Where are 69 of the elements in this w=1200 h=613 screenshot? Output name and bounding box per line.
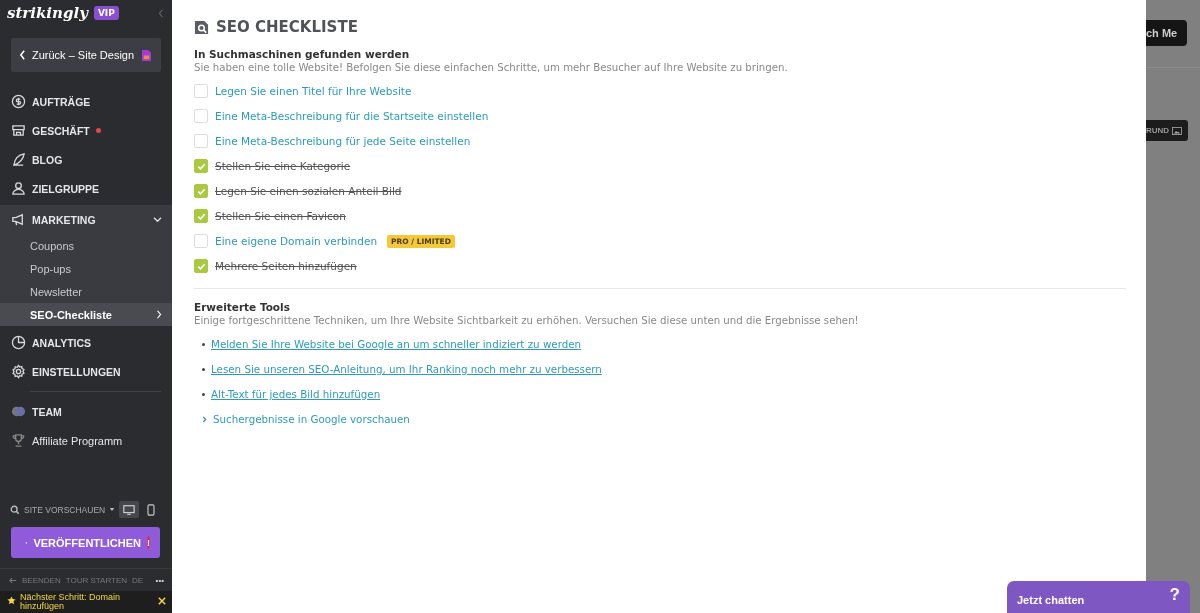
search-icon <box>10 504 20 515</box>
completed-task: Stellen Sie eine Kategorie <box>215 160 351 172</box>
back-button[interactable]: Zurück – Site Design <box>11 38 161 72</box>
nav-item[interactable]: TEAM <box>0 397 172 426</box>
caret-down-icon <box>109 507 116 512</box>
publish-button[interactable]: VERÖFFENTLICHEN ! <box>11 527 160 558</box>
bullet-icon <box>202 367 205 371</box>
page-button[interactable]: ch Me <box>1146 20 1188 46</box>
dollar-icon <box>11 94 26 109</box>
checkbox[interactable] <box>194 134 208 148</box>
collapse-icon[interactable] <box>158 7 164 19</box>
people-icon <box>11 181 26 196</box>
pie-chart-icon <box>11 335 26 350</box>
close-icon[interactable] <box>158 597 166 605</box>
bullet-icon <box>202 342 205 346</box>
next-step-text: Nächster Schritt: Domain hinzufügen <box>20 593 122 611</box>
panel-title: SEO CHECKLISTE <box>216 18 358 36</box>
completed-task: Legen Sie einen sozialen Anteil Bild <box>215 185 402 197</box>
team-icon <box>11 404 26 419</box>
checkbox[interactable] <box>194 259 208 273</box>
image-icon <box>1172 126 1183 135</box>
chevron-down-icon <box>153 216 162 223</box>
section-heading: In Suchmaschinen gefunden werden <box>194 48 411 60</box>
nav-item[interactable]: EINSTELLUNGEN <box>0 357 172 386</box>
section-heading: Erweiterte Tools <box>194 301 291 313</box>
settings-icon <box>11 364 26 379</box>
submenu-item[interactable]: Newsletter <box>0 280 172 303</box>
section-description: Sie haben eine tolle Website! Befolgen Sie diese einfachen Schritte, um mehr Besucher auf Ihre Website zu bringen. <box>194 62 789 73</box>
document-icon <box>142 49 152 61</box>
help-button[interactable]: ? <box>1169 585 1180 605</box>
submenu-item[interactable]: Pop-ups <box>0 257 172 280</box>
arrow-left-icon <box>9 576 17 584</box>
checkbox[interactable] <box>194 234 208 248</box>
nav-item[interactable]: ANALYTICS <box>0 328 172 357</box>
chat-label: Jetzt chatten <box>1017 594 1085 606</box>
nav-item[interactable]: BLOG <box>0 145 172 174</box>
alert-badge: ! <box>147 536 150 549</box>
store-icon <box>11 123 26 138</box>
feather-icon <box>11 152 26 167</box>
bullet-icon <box>202 392 205 396</box>
star-icon <box>7 596 16 605</box>
nav-item[interactable]: ZIELGRUPPE <box>0 174 172 203</box>
completed-task: Stellen Sie einen Favicon <box>215 210 346 222</box>
checkbox[interactable] <box>194 159 208 173</box>
logo[interactable]: strikingly <box>7 4 88 22</box>
background-button[interactable]: RUND <box>1146 120 1189 141</box>
checkbox[interactable] <box>194 184 208 198</box>
submenu-item[interactable]: Coupons <box>0 234 172 257</box>
chevron-right-icon <box>202 415 207 423</box>
chevron-left-icon <box>19 50 26 60</box>
nav-item[interactable]: AUFTRÄGE <box>0 87 172 116</box>
checkbox[interactable] <box>194 84 208 98</box>
more-button[interactable]: ••• <box>155 575 164 585</box>
trophy-icon <box>11 433 26 448</box>
desktop-icon[interactable] <box>119 501 139 518</box>
nav-item[interactable]: GESCHÄFT <box>0 116 172 145</box>
megaphone-icon <box>11 212 26 227</box>
nav-item[interactable]: MARKETING <box>0 205 172 234</box>
checkbox[interactable] <box>194 209 208 223</box>
search-document-icon <box>194 19 209 35</box>
nav-item[interactable]: Affiliate Programm <box>0 426 172 455</box>
submenu-item[interactable]: SEO-Checkliste <box>0 303 172 326</box>
checkbox[interactable] <box>194 109 208 123</box>
section-description: Einige fortgeschrittene Techniken, um Ihre Website Sichtbarkeit zu erhöhen. Versuchen Sie diese unten und die Ergebnisse sehen! <box>194 315 860 326</box>
preview-dropdown[interactable]: SITE VORSCHAUEN <box>10 504 116 515</box>
completed-task: Mehrere Seiten hinzufügen <box>215 260 357 272</box>
vip-badge: VIP <box>93 6 119 20</box>
chevron-right-icon <box>156 310 162 319</box>
chat-widget[interactable]: Jetzt chatten ? <box>1007 581 1190 613</box>
